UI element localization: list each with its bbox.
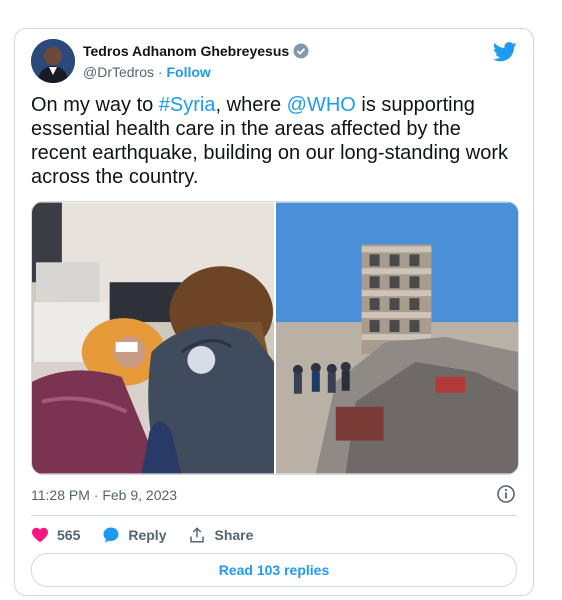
mention-link[interactable]: @WHO bbox=[287, 94, 356, 116]
share-icon bbox=[190, 527, 205, 543]
tweet-header: Tedros Adhanom Ghebreyesus @DrTedros · F… bbox=[31, 39, 517, 85]
share-label: Share bbox=[214, 527, 254, 543]
tweet-text-part-1: On my way to bbox=[31, 94, 159, 116]
verified-badge-icon bbox=[293, 43, 309, 59]
like-button[interactable]: 565 bbox=[31, 527, 80, 543]
tweet-media bbox=[31, 201, 519, 475]
reply-button[interactable]: Reply bbox=[102, 526, 166, 544]
follow-button[interactable]: Follow bbox=[166, 64, 210, 80]
handle-separator: · bbox=[157, 64, 163, 80]
tweet-text: On my way to #Syria, where @WHO is suppo… bbox=[31, 93, 517, 189]
read-replies-button[interactable]: Read 103 replies bbox=[31, 553, 517, 587]
twitter-bird-icon[interactable] bbox=[493, 41, 517, 63]
author-handle[interactable]: @DrTedros bbox=[83, 64, 154, 80]
heart-icon bbox=[32, 527, 48, 543]
tweet-card: Tedros Adhanom Ghebreyesus @DrTedros · F… bbox=[14, 28, 534, 596]
tweet-text-part-2: , where bbox=[215, 94, 287, 116]
share-button[interactable]: Share bbox=[188, 526, 253, 544]
author-name[interactable]: Tedros Adhanom Ghebreyesus bbox=[83, 43, 289, 59]
info-icon[interactable] bbox=[497, 485, 515, 503]
reply-label: Reply bbox=[128, 527, 167, 543]
tweet-actions: 565 Reply Share bbox=[31, 525, 275, 545]
like-count: 565 bbox=[57, 527, 81, 543]
hashtag-link[interactable]: #Syria bbox=[159, 94, 216, 116]
author-name-row: Tedros Adhanom Ghebreyesus bbox=[83, 43, 309, 59]
reply-bubble-icon bbox=[103, 527, 119, 543]
earthquake-rubble-photo[interactable] bbox=[276, 202, 518, 474]
avatar[interactable] bbox=[31, 39, 75, 83]
tweet-timestamp[interactable]: 11:28 PM · Feb 9, 2023 bbox=[31, 487, 177, 503]
divider bbox=[31, 515, 517, 516]
author-handle-row: @DrTedros · Follow bbox=[83, 64, 211, 80]
hospital-visit-photo[interactable] bbox=[32, 202, 274, 474]
